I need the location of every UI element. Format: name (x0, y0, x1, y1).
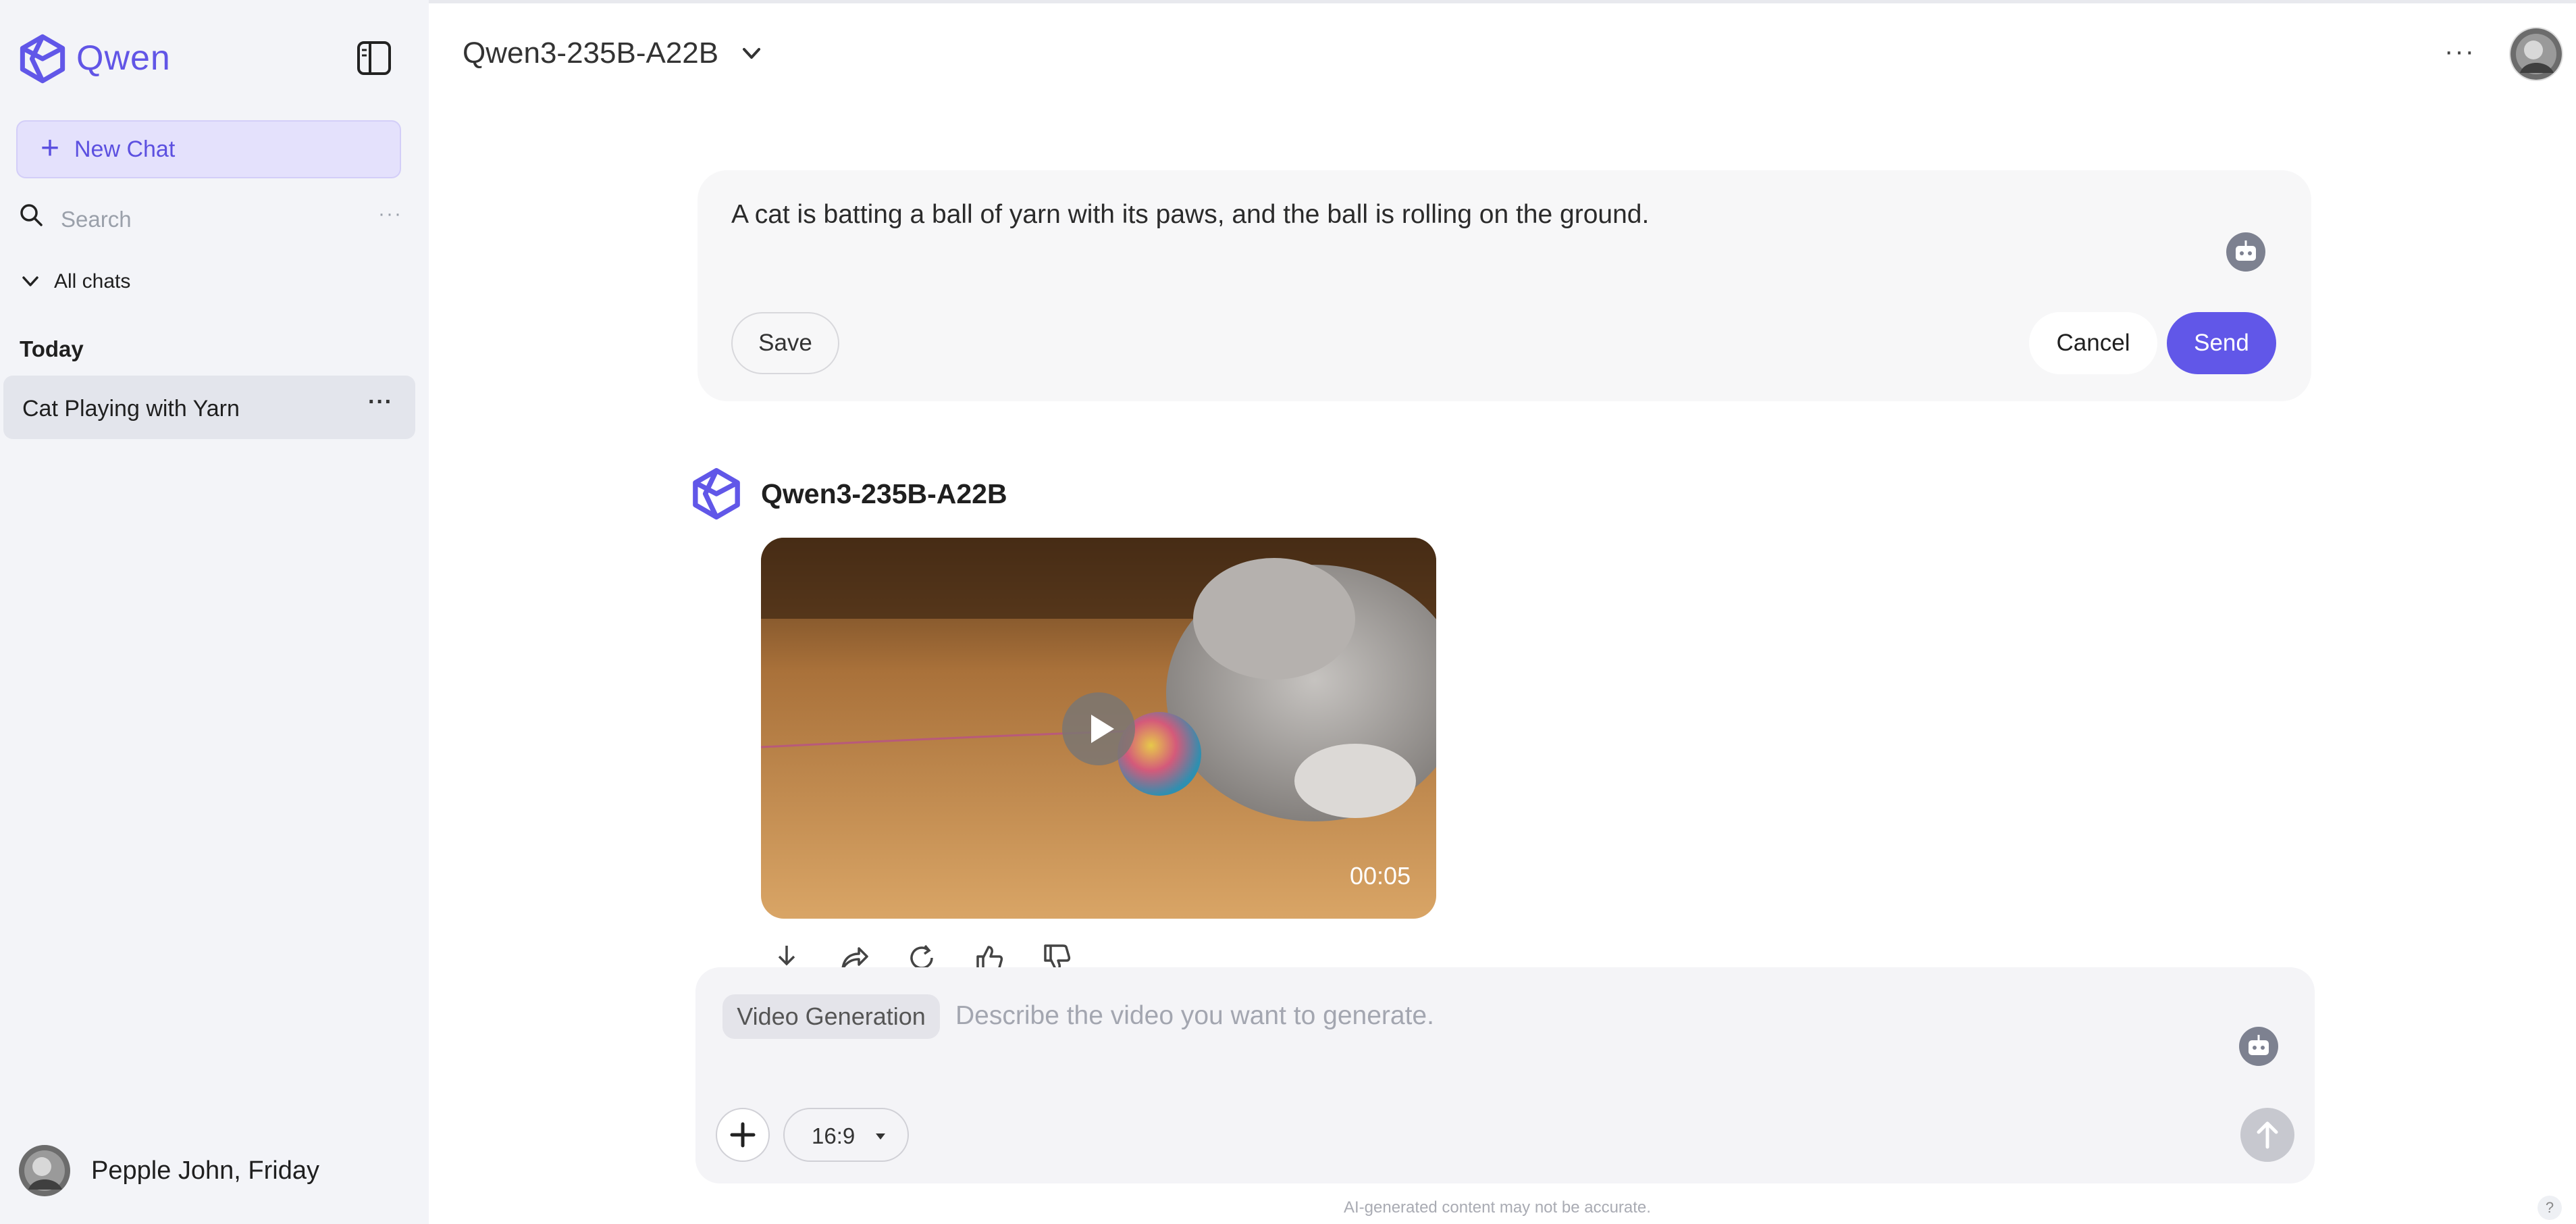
search-more-icon[interactable]: ··· (378, 203, 402, 226)
ai-disclaimer: AI-generated content may not be accurate… (1344, 1198, 1651, 1217)
composer: Video Generation Describe the video you … (695, 967, 2315, 1183)
save-button[interactable]: Save (731, 312, 839, 374)
arrow-up-icon (2257, 1121, 2278, 1149)
robot-icon[interactable] (2225, 231, 2267, 273)
qwen-logo-icon (693, 467, 740, 520)
more-options-icon[interactable]: ··· (2444, 36, 2475, 67)
sidebar-toggle-icon[interactable] (355, 39, 393, 77)
reply-model-name: Qwen3-235B-A22B (761, 478, 1007, 509)
add-attachment-button[interactable] (716, 1108, 770, 1162)
cancel-button[interactable]: Cancel (2029, 312, 2157, 374)
chevron-down-icon[interactable] (740, 42, 763, 65)
chat-item-title: Cat Playing with Yarn (22, 396, 240, 422)
help-button[interactable]: ? (2538, 1196, 2562, 1220)
search-icon (20, 204, 43, 226)
qwen-logo-icon[interactable] (16, 32, 69, 85)
download-icon[interactable] (770, 942, 804, 969)
all-chats-toggle[interactable]: All chats (54, 270, 130, 293)
video-duration: 00:05 (1350, 862, 1411, 890)
send-button[interactable]: Send (2167, 312, 2276, 374)
header-avatar[interactable] (2509, 27, 2563, 81)
prompt-input[interactable]: Describe the video you want to generate. (955, 1001, 1434, 1031)
regenerate-icon[interactable] (905, 942, 939, 969)
generated-video[interactable]: 00:05 (761, 538, 1436, 919)
submit-button[interactable] (2240, 1108, 2294, 1162)
reply-action-bar (770, 942, 1094, 969)
share-icon[interactable] (837, 942, 871, 969)
aspect-ratio-select[interactable]: 16:9 (783, 1108, 909, 1162)
brand-name: Qwen (76, 39, 171, 78)
thumbs-up-icon[interactable] (972, 942, 1006, 969)
thumbs-down-icon[interactable] (1040, 942, 1074, 969)
sidebar-chat-item[interactable]: Cat Playing with Yarn ··· (3, 376, 415, 439)
edit-message-input[interactable]: A cat is batting a ball of yarn with its… (731, 200, 1649, 230)
top-divider (429, 0, 2576, 3)
sidebar: Qwen + New Chat Search ··· All chats Tod… (0, 0, 429, 1224)
user-avatar[interactable] (19, 1145, 70, 1196)
search-input[interactable]: Search (61, 207, 132, 232)
user-name[interactable]: Pepple John, Friday (91, 1156, 319, 1185)
caret-down-icon (876, 1133, 885, 1140)
chat-item-more-icon[interactable]: ··· (368, 389, 393, 415)
section-heading-today: Today (20, 336, 84, 361)
edit-message-card: A cat is batting a ball of yarn with its… (698, 170, 2311, 401)
plus-icon: + (41, 130, 60, 166)
plus-icon (730, 1122, 756, 1148)
robot-icon[interactable] (2238, 1025, 2280, 1067)
aspect-ratio-value: 16:9 (812, 1123, 856, 1148)
play-icon[interactable] (1061, 692, 1136, 766)
model-selector[interactable]: Qwen3-235B-A22B (463, 36, 718, 70)
new-chat-button[interactable]: + New Chat (16, 120, 401, 178)
new-chat-label: New Chat (74, 136, 176, 162)
mode-chip-video-generation[interactable]: Video Generation (722, 994, 940, 1039)
chevron-down-icon[interactable] (20, 272, 41, 292)
